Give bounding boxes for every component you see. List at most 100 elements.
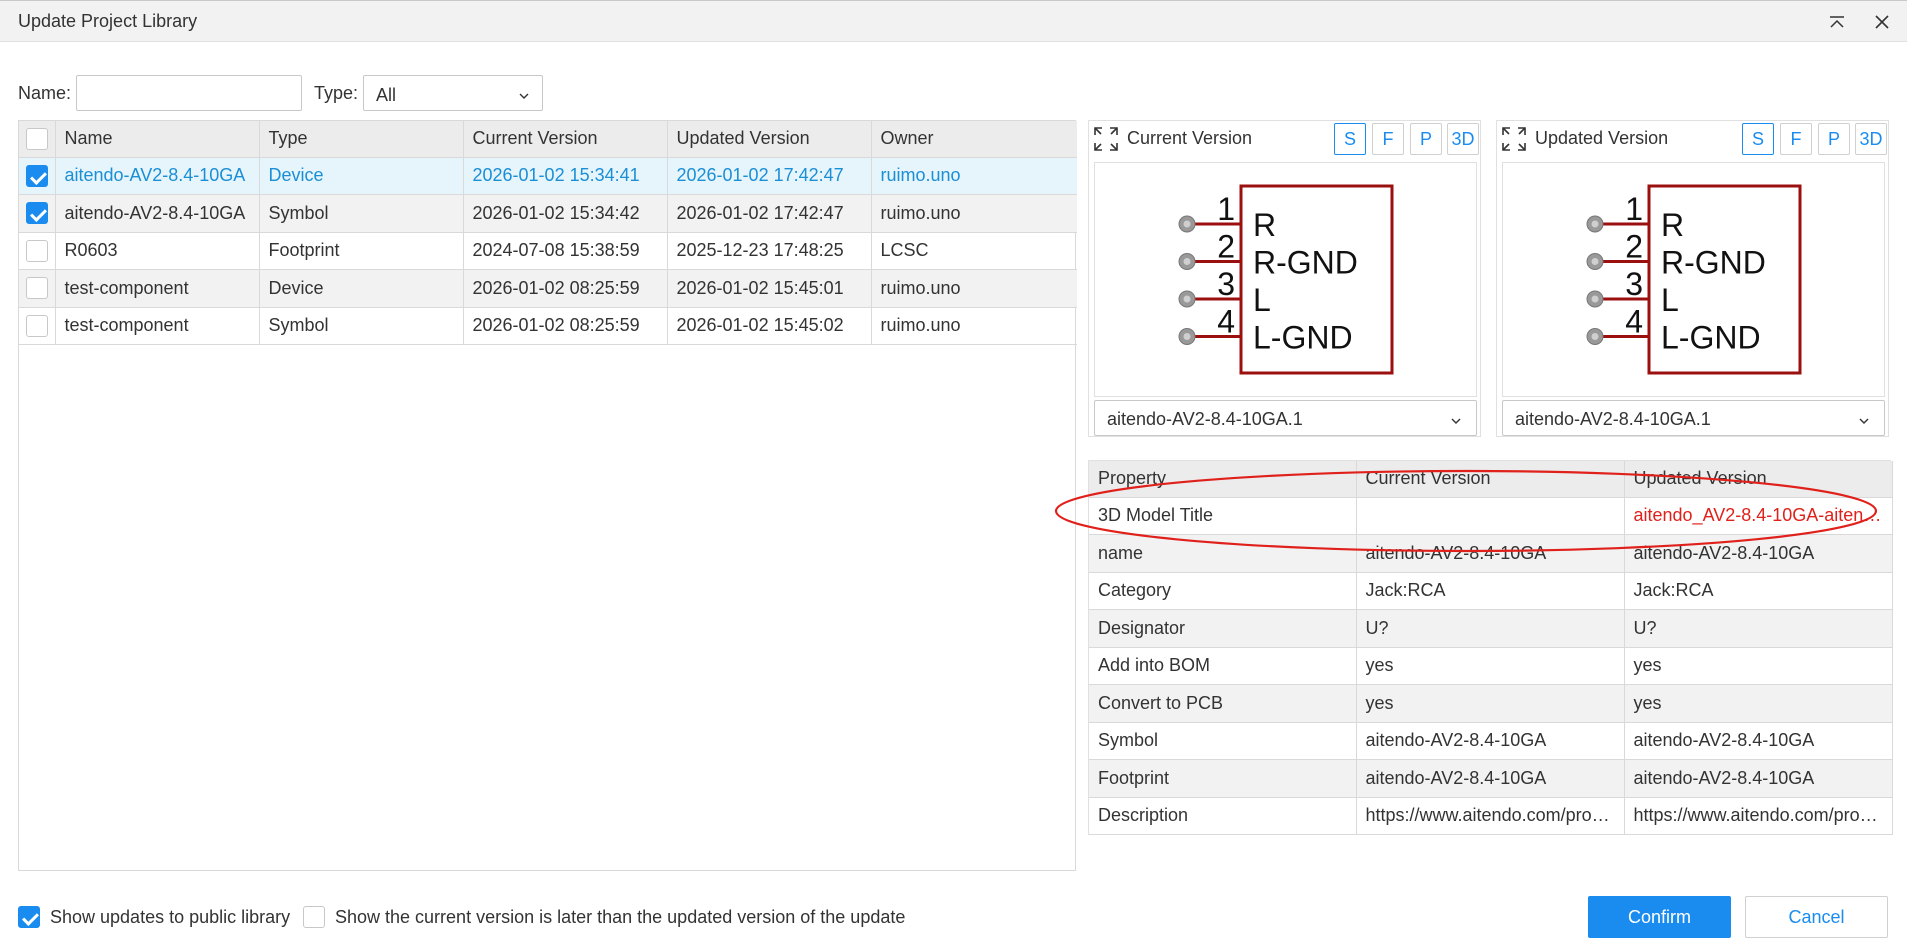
pin-number: 1 [1217, 191, 1235, 227]
pin-dot-center [1183, 333, 1191, 340]
type-select-value: All [376, 85, 397, 105]
preview-title: Updated Version [1535, 128, 1669, 148]
column-header[interactable]: Updated Version [667, 121, 872, 158]
property-current: aitendo-AV2-8.4-10GA [1356, 722, 1625, 760]
pin-dot-center [1183, 220, 1191, 228]
column-header[interactable]: Owner [871, 121, 1077, 158]
show-later-option[interactable]: Show the current version is later than t… [303, 906, 905, 928]
view-schematic-button[interactable]: S [1334, 123, 1366, 155]
cell-owner: ruimo.uno [871, 269, 1077, 308]
row-checkbox[interactable] [25, 202, 48, 225]
properties-table: Property Current Version Updated Version… [1089, 461, 1893, 835]
cell-name: test-component [55, 269, 260, 308]
cell-type: Symbol [259, 307, 464, 345]
pin-number: 3 [1217, 266, 1235, 302]
property-row: Add into BOM yes yes [1089, 647, 1893, 685]
pin-number: 2 [1217, 229, 1235, 265]
pin-dot-center [1591, 220, 1599, 228]
expand-icon[interactable] [1093, 126, 1119, 152]
property-updated: yes [1624, 647, 1893, 685]
table-row[interactable]: R0603 Footprint 2024-07-08 15:38:59 2025-12… [19, 232, 1077, 270]
view-schematic-button[interactable]: S [1742, 123, 1774, 155]
property-row: Footprint aitendo-AV2-8.4-10GA aitendo-AV2… [1089, 759, 1893, 798]
cell-owner: ruimo.uno [871, 157, 1077, 195]
type-select[interactable]: All [363, 75, 544, 111]
cell-current: 2024-07-08 15:38:59 [463, 232, 668, 270]
property-row: name aitendo-AV2-8.4-10GA aitendo-AV2-8.4-… [1089, 534, 1893, 573]
version-select[interactable]: aitendo-AV2-8.4-10GA.1 [1502, 400, 1885, 436]
show-public-option[interactable]: Show updates to public library [18, 906, 290, 928]
row-checkbox[interactable] [25, 314, 48, 337]
cell-owner: LCSC [871, 232, 1077, 270]
symbol-canvas[interactable]: 1 R 2 R-GND 3 L 4 L-GND [1094, 162, 1477, 397]
collapse-icon[interactable] [1822, 7, 1852, 37]
view-footprint-button[interactable]: F [1372, 123, 1404, 155]
close-icon[interactable] [1867, 7, 1897, 37]
view-pcb-button[interactable]: P [1818, 123, 1850, 155]
property-updated: aitendo-AV2-8.4-10GA [1624, 759, 1893, 798]
type-filter: Type: All [314, 75, 544, 111]
property-property: Convert to PCB [1089, 684, 1357, 723]
pin-name: R [1253, 207, 1276, 243]
pin-number: 1 [1625, 191, 1643, 227]
confirm-button[interactable]: Confirm [1588, 896, 1731, 938]
column-header[interactable]: Type [259, 121, 464, 158]
property-property: 3D Model Title [1089, 497, 1357, 535]
column-header[interactable]: Current Version [463, 121, 668, 158]
pin-dot-center [1591, 333, 1599, 340]
row-checkbox[interactable] [25, 239, 48, 262]
row-checkbox[interactable] [25, 164, 48, 187]
view-footprint-button[interactable]: F [1780, 123, 1812, 155]
table-row[interactable]: test-component Symbol 2026-01-02 08:25:59 2… [19, 307, 1077, 345]
preview-title: Current Version [1127, 128, 1253, 148]
cell-type: Symbol [259, 194, 464, 233]
cell-updated: 2026-01-02 17:42:47 [667, 157, 872, 195]
version-select-value: aitendo-AV2-8.4-10GA.1 [1515, 409, 1711, 429]
version-select[interactable]: aitendo-AV2-8.4-10GA.1 [1094, 400, 1477, 436]
show-later-checkbox[interactable] [303, 906, 325, 928]
property-updated: aitendo-AV2-8.4-10GA [1624, 722, 1893, 760]
select-all-cell [19, 121, 56, 158]
properties-header: Property Current Version Updated Version [1089, 461, 1893, 498]
row-checkbox[interactable] [25, 277, 48, 300]
name-input[interactable] [76, 75, 303, 111]
version-select-value: aitendo-AV2-8.4-10GA.1 [1107, 409, 1303, 429]
property-row: Designator U? U? [1089, 609, 1893, 648]
view-3d-button[interactable]: 3D [1855, 123, 1887, 155]
property-property: Description [1089, 797, 1357, 835]
expand-icon[interactable] [1501, 126, 1527, 152]
property-property: name [1089, 534, 1357, 573]
pin-number: 3 [1625, 266, 1643, 302]
select-all-checkbox[interactable] [25, 127, 48, 150]
property-current: yes [1356, 684, 1625, 723]
view-3d-button[interactable]: 3D [1447, 123, 1479, 155]
property-current: aitendo-AV2-8.4-10GA [1356, 534, 1625, 573]
show-public-checkbox[interactable] [18, 906, 40, 928]
cancel-button[interactable]: Cancel [1745, 896, 1888, 938]
view-pcb-button[interactable]: P [1410, 123, 1442, 155]
row-checkbox-cell [19, 157, 56, 195]
pin-dot-center [1591, 295, 1599, 303]
symbol-canvas[interactable]: 1 R 2 R-GND 3 L 4 L-GND [1502, 162, 1885, 397]
cell-current: 2026-01-02 08:25:59 [463, 307, 668, 345]
cell-name: aitendo-AV2-8.4-10GA [55, 194, 260, 233]
name-filter: Name: [18, 75, 303, 111]
pin-name: L-GND [1253, 320, 1353, 356]
row-checkbox-cell [19, 269, 56, 308]
property-updated: https://www.aitendo.com/product/ [1624, 797, 1893, 835]
cell-updated: 2026-01-02 15:45:02 [667, 307, 872, 345]
column-header: Current Version [1356, 461, 1625, 498]
cell-updated: 2026-01-02 17:42:47 [667, 194, 872, 233]
type-label: Type: [314, 82, 359, 103]
table-row[interactable]: aitendo-AV2-8.4-10GA Symbol 2026-01-02 15:… [19, 194, 1077, 233]
cell-owner: ruimo.uno [871, 307, 1077, 345]
property-property: Footprint [1089, 759, 1357, 798]
cell-current: 2026-01-02 15:34:41 [463, 157, 668, 195]
table-row[interactable]: test-component Device 2026-01-02 08:25:59 2… [19, 269, 1077, 308]
property-current [1356, 497, 1625, 535]
property-row: Description https://www.aitendo.com/produ… [1089, 797, 1893, 835]
table-row[interactable]: aitendo-AV2-8.4-10GA Device 2026-01-02 15:… [19, 157, 1077, 195]
column-header[interactable]: Name [55, 121, 260, 158]
chevron-down-icon [1858, 411, 1870, 432]
property-property: Category [1089, 572, 1357, 610]
